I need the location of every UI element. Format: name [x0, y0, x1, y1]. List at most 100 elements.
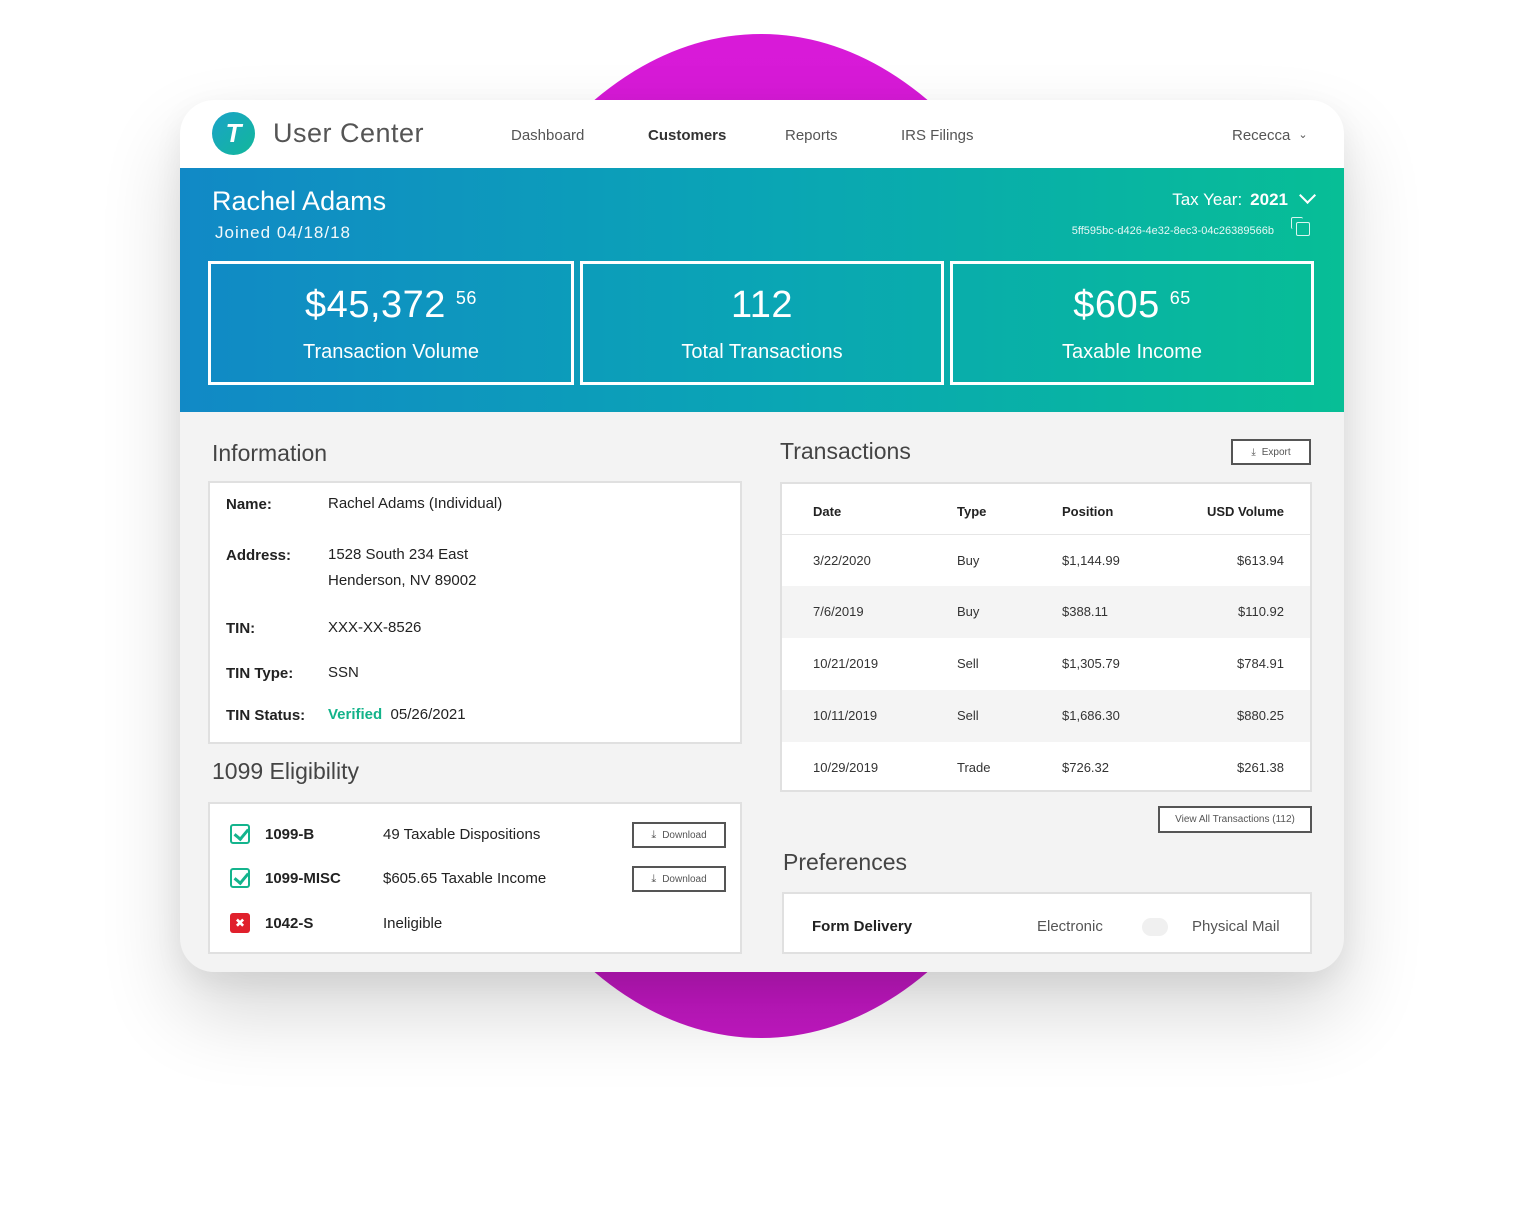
stat-label: Taxable Income: [1061, 341, 1203, 363]
download-icon: ⤓: [651, 828, 657, 841]
information-title: Information: [212, 440, 328, 466]
user-name: Rececca: [1232, 127, 1291, 144]
cell-usd-volume: $613.94: [1237, 553, 1284, 568]
cell-date: 7/6/2019: [813, 604, 864, 619]
information-panel: Name: Rachel Adams (Individual) Address:…: [208, 481, 742, 744]
tin-type-value: SSN: [328, 664, 359, 681]
cell-type: Buy: [957, 604, 980, 619]
export-label: Export: [1261, 446, 1291, 458]
stat-label: Transaction Volume: [302, 341, 479, 363]
tax-year-label: Tax Year:: [1172, 190, 1243, 209]
app-window: T User Center Dashboard Customers Report…: [180, 100, 1344, 972]
checkbox-checked-icon: [230, 824, 250, 844]
nav-irs-filings[interactable]: IRS Filings: [901, 127, 974, 144]
table-row[interactable]: 10/11/2019 Sell $1,686.30 $880.25: [782, 690, 1310, 742]
tin-status-value: Verified 05/26/2021: [328, 702, 466, 728]
table-row[interactable]: 10/21/2019 Sell $1,305.79 $784.91: [782, 638, 1310, 690]
tin-type-label: TIN Type:: [226, 665, 294, 682]
cell-position: $1,686.30: [1062, 708, 1120, 723]
cell-date: 10/21/2019: [813, 656, 879, 671]
stat-transaction-volume: $45,372 56 Transaction Volume: [208, 261, 574, 385]
transactions-title: Transactions: [780, 438, 911, 464]
tax-year-selector[interactable]: Tax Year: 2021: [1172, 186, 1317, 210]
table-row[interactable]: 7/6/2019 Buy $388.11 $110.92: [782, 586, 1310, 638]
address-line-2: Henderson, NV 89002: [328, 572, 477, 589]
column-header-date: Date: [813, 504, 842, 519]
download-label: Download: [662, 829, 707, 841]
form-description: Ineligible: [383, 915, 443, 932]
stat-amount: $605: [1073, 284, 1160, 326]
cell-date: 10/29/2019: [813, 760, 879, 775]
user-menu[interactable]: Rececca ⌄: [1232, 127, 1308, 144]
column-header-usd-volume: USD Volume: [1206, 504, 1284, 519]
stat-value: $45,372 56: [211, 284, 571, 327]
stat-value: 112: [583, 284, 941, 327]
cell-date: 10/11/2019: [813, 708, 878, 723]
verified-badge: Verified: [328, 706, 383, 723]
cell-type: Sell: [957, 708, 979, 723]
stat-amount: 112: [730, 284, 794, 326]
download-icon: ⤓: [1251, 446, 1256, 458]
stat-amount: $45,372: [305, 284, 446, 326]
form-delivery-label: Form Delivery: [812, 918, 913, 935]
logo-letter: T: [225, 118, 242, 148]
eligibility-panel: 1099-B 49 Taxable Dispositions ⤓ Download…: [208, 802, 742, 954]
stat-taxable-income: $605 65 Taxable Income: [950, 261, 1314, 385]
download-1099-b-button[interactable]: ⤓ Download: [632, 822, 726, 848]
form-description: 49 Taxable Dispositions: [383, 826, 541, 843]
nav-reports[interactable]: Reports: [785, 127, 838, 144]
download-icon: ⤓: [651, 872, 657, 885]
tin-status-date: 05/26/2021: [390, 706, 466, 723]
customer-header: Rachel Adams Joined 04/18/18 Tax Year: 20…: [180, 168, 1344, 412]
cell-type: Buy: [957, 553, 980, 568]
name-label: Name:: [226, 496, 272, 513]
tin-label: TIN:: [226, 620, 256, 637]
option-electronic[interactable]: Electronic: [1037, 918, 1103, 935]
ineligible-x-icon: [230, 913, 250, 933]
cell-type: Trade: [957, 760, 991, 775]
nav-customers[interactable]: Customers: [648, 127, 726, 144]
chevron-down-icon: ⌄: [1298, 129, 1308, 141]
option-physical-mail[interactable]: Physical Mail: [1192, 918, 1280, 935]
column-header-position: Position: [1062, 504, 1114, 519]
tax-year-value: 2021: [1250, 190, 1288, 209]
download-1099-misc-button[interactable]: ⤓ Download: [632, 866, 726, 892]
address-label: Address:: [226, 547, 292, 564]
cell-usd-volume: $880.25: [1237, 708, 1284, 723]
stat-value: $605 65: [953, 284, 1311, 327]
download-label: Download: [662, 873, 707, 885]
joined-date: Joined 04/18/18: [215, 223, 351, 242]
stat-total-transactions: 112 Total Transactions: [580, 261, 944, 385]
eligibility-title: 1099 Eligibility: [212, 758, 360, 784]
form-name: 1099-MISC: [265, 870, 341, 887]
top-nav-bar: T User Center Dashboard Customers Report…: [180, 100, 1344, 168]
cell-usd-volume: $784.91: [1237, 656, 1284, 671]
stat-label: Total Transactions: [681, 341, 843, 363]
table-row[interactable]: 10/29/2019 Trade $726.32 $261.38: [782, 742, 1310, 794]
cell-usd-volume: $110.92: [1237, 604, 1284, 619]
copy-icon[interactable]: [1291, 217, 1310, 236]
customer-name: Rachel Adams: [212, 186, 387, 216]
nav-dashboard[interactable]: Dashboard: [511, 127, 584, 144]
view-all-transactions-button[interactable]: View All Transactions (112): [1158, 806, 1312, 833]
export-button[interactable]: ⤓ Export: [1231, 439, 1311, 465]
name-value: Rachel Adams (Individual): [328, 495, 503, 512]
app-logo-icon[interactable]: T: [212, 112, 255, 155]
tin-value: XXX-XX-8526: [328, 619, 422, 636]
cell-position: $1,144.99: [1062, 553, 1120, 568]
delivery-toggle[interactable]: [1142, 918, 1168, 936]
cell-type: Sell: [957, 656, 979, 671]
transactions-table: Date Type Position USD Volume 3/22/2020 …: [780, 482, 1312, 792]
column-header-type: Type: [957, 504, 987, 519]
tin-status-label: TIN Status:: [226, 707, 306, 724]
chevron-down-icon: [1299, 186, 1317, 204]
form-description: $605.65 Taxable Income: [383, 870, 547, 887]
customer-id: 5ff595bc-d426-4e32-8ec3-04c26389566b: [1071, 225, 1274, 237]
table-row[interactable]: 3/22/2020 Buy $1,144.99 $613.94: [782, 534, 1310, 587]
cell-position: $388.11: [1062, 604, 1109, 619]
cell-usd-volume: $261.38: [1237, 760, 1284, 775]
preferences-title: Preferences: [783, 849, 908, 875]
checkbox-checked-icon: [230, 868, 250, 888]
cell-position: $726.32: [1062, 760, 1109, 775]
form-name: 1042-S: [265, 915, 314, 932]
